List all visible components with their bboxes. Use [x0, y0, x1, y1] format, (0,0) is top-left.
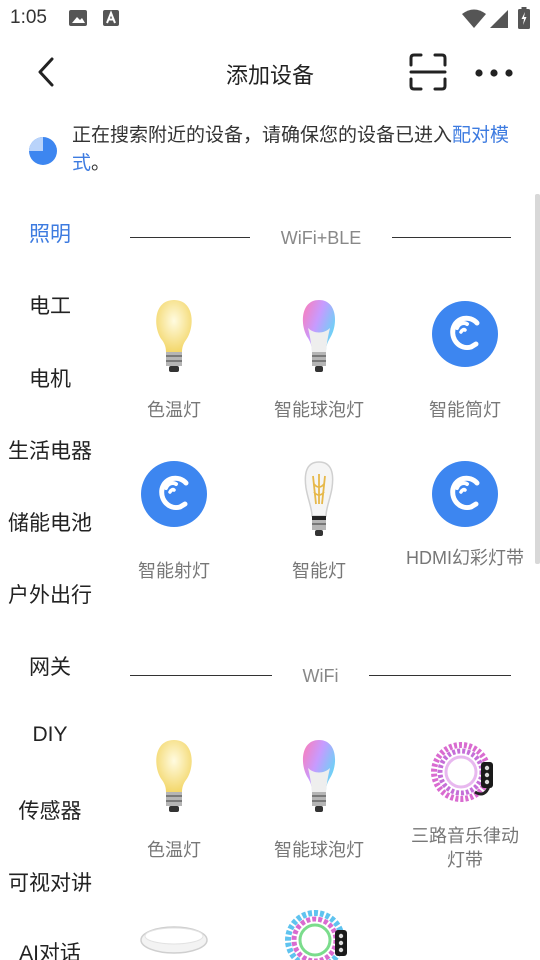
device-light-strip[interactable] — [249, 904, 389, 960]
device-spotlight[interactable]: 智能射灯 — [104, 456, 244, 586]
category-appliances[interactable]: 生活电器 — [0, 435, 100, 465]
warm-bulb-icon — [156, 740, 192, 812]
light-strip-icon — [285, 910, 347, 960]
device-hdmi-strip[interactable]: HDMI幻彩灯带 — [395, 456, 535, 606]
device-warm-bulb-wifi[interactable]: 色温灯 — [104, 736, 244, 866]
page-title: 添加设备 — [225, 63, 314, 88]
device-downlight[interactable]: 智能筒灯 — [395, 296, 535, 426]
status-time: 1:05 — [10, 7, 47, 28]
loading-spinner-icon — [28, 136, 58, 166]
device-label: 智能球泡灯 — [274, 840, 364, 860]
light-strip-icon — [431, 742, 493, 802]
section-divider-left — [130, 237, 250, 238]
section-divider-right — [392, 237, 511, 238]
section-divider-left — [130, 675, 272, 676]
image-icon — [68, 9, 88, 32]
device-label: 智能灯 — [292, 561, 346, 581]
status-bar: 1:05 — [0, 0, 540, 36]
section-divider-right — [369, 675, 511, 676]
section-title-wifi-ble: WiFi+BLE — [280, 228, 362, 248]
device-warm-bulb[interactable]: 色温灯 — [104, 296, 244, 426]
notice-text: 正在搜索附近的设备，请确保您的设备已进入 — [72, 125, 453, 146]
filament-bulb-icon — [304, 461, 334, 536]
brand-logo-icon — [432, 461, 498, 527]
device-label: 智能球泡灯 — [274, 400, 364, 420]
category-sensor[interactable]: 传感器 — [0, 795, 100, 825]
scan-button[interactable] — [408, 52, 448, 92]
signal-icon — [489, 9, 509, 34]
font-icon — [102, 9, 120, 32]
device-label: HDMI幻彩灯带 — [406, 548, 524, 568]
section-title-wifi: WiFi — [302, 666, 339, 686]
device-label: 智能筒灯 — [429, 400, 501, 420]
device-label: 三路音乐律动灯带 — [411, 826, 519, 870]
category-intercom[interactable]: 可视对讲 — [0, 867, 100, 897]
rgb-bulb-icon — [302, 740, 336, 812]
category-lighting[interactable]: 照明 — [0, 218, 100, 248]
battery-icon — [518, 7, 530, 34]
category-battery[interactable]: 储能电池 — [0, 507, 100, 537]
warm-bulb-icon — [156, 300, 192, 372]
category-diy[interactable]: DIY — [0, 723, 100, 747]
notice-suffix: 。 — [91, 153, 111, 174]
app-header: 添加设备 — [0, 36, 540, 108]
device-label: 色温灯 — [147, 400, 201, 420]
ceiling-light-icon — [140, 926, 208, 954]
device-rgb-bulb[interactable]: 智能球泡灯 — [249, 296, 389, 426]
scan-icon — [409, 53, 447, 91]
device-rgb-bulb-wifi[interactable]: 智能球泡灯 — [249, 736, 389, 866]
device-music-strip[interactable]: 三路音乐律动灯带 — [395, 736, 535, 886]
device-ceiling-light[interactable] — [104, 904, 244, 960]
device-label: 智能射灯 — [138, 561, 210, 581]
category-outdoor[interactable]: 户外出行 — [0, 579, 100, 609]
brand-logo-icon — [141, 461, 207, 527]
more-icon — [475, 69, 513, 77]
device-smart-light[interactable]: 智能灯 — [249, 456, 389, 586]
category-gateway[interactable]: 网关 — [0, 651, 100, 681]
category-ai-chat[interactable]: AI对话 — [0, 937, 100, 960]
rgb-bulb-icon — [302, 300, 336, 372]
brand-logo-icon — [432, 301, 498, 367]
search-notice: 正在搜索附近的设备，请确保您的设备已进入配对模式。 — [26, 120, 526, 184]
more-button[interactable] — [474, 66, 514, 80]
wifi-icon — [461, 9, 487, 34]
device-label: 色温灯 — [147, 840, 201, 860]
category-electrical[interactable]: 电工 — [0, 290, 100, 320]
category-motor[interactable]: 电机 — [0, 363, 100, 393]
scrollbar[interactable] — [535, 194, 540, 564]
